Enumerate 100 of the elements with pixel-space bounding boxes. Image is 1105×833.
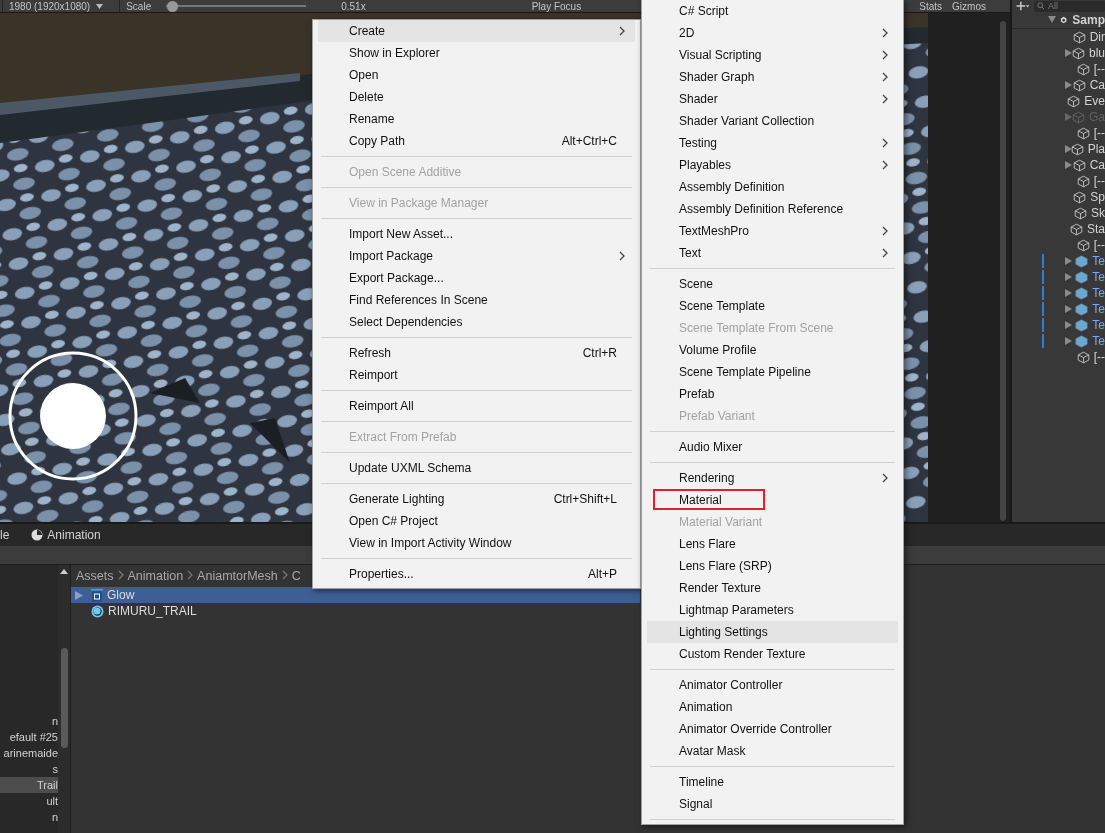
menu-item[interactable]: Lightmap Parameters (647, 599, 898, 621)
menu-item[interactable]: Custom Render Texture (647, 643, 898, 665)
expand-caret-icon[interactable] (1065, 305, 1072, 313)
menu-item[interactable]: Audio Mixer (647, 436, 898, 458)
breadcrumb-item[interactable]: Assets (76, 569, 114, 583)
breadcrumb-item[interactable]: Animation (127, 569, 184, 583)
menu-item[interactable]: Refresh Ctrl+R (318, 342, 635, 364)
folder-item[interactable]: Trail (0, 777, 58, 793)
menu-item[interactable]: 2D (647, 22, 898, 44)
menu-item[interactable]: Scene (647, 273, 898, 295)
menu-item[interactable]: Copy Path Alt+Ctrl+C (318, 130, 635, 152)
hierarchy-item[interactable]: blu (1012, 45, 1105, 61)
expand-caret-icon[interactable] (75, 590, 83, 600)
hierarchy-item[interactable]: Te (1012, 285, 1105, 301)
stats-button[interactable]: Stats (919, 0, 943, 12)
menu-item[interactable]: Material (647, 489, 898, 511)
menu-item[interactable]: Render Texture (647, 577, 898, 599)
menu-item[interactable]: Lens Flare (SRP) (647, 555, 898, 577)
menu-item[interactable]: Reimport All (318, 395, 635, 417)
play-focus-dropdown[interactable]: Play Focus (531, 0, 582, 12)
menu-item[interactable]: Testing (647, 132, 898, 154)
menu-item[interactable]: Assembly Definition (647, 176, 898, 198)
hierarchy-item[interactable]: Sp (1012, 189, 1105, 205)
expand-caret-icon[interactable] (1065, 257, 1072, 265)
hierarchy-item[interactable]: Te (1012, 317, 1105, 333)
menu-item[interactable]: Assembly Definition Reference (647, 198, 898, 220)
menu-item[interactable]: Shader Variant Collection (647, 110, 898, 132)
menu-item[interactable]: Animator Override Controller (647, 718, 898, 740)
hierarchy-item[interactable]: [-- (1012, 173, 1105, 189)
asset-item[interactable]: Glow (71, 587, 640, 603)
hierarchy-item[interactable]: Dir (1012, 29, 1105, 45)
hierarchy-item[interactable]: [-- (1012, 237, 1105, 253)
expand-caret-icon[interactable] (1065, 273, 1072, 281)
expand-caret-icon[interactable] (1065, 321, 1072, 329)
menu-item[interactable]: Scene Template (647, 295, 898, 317)
panel-tab[interactable]: le (0, 528, 10, 542)
hierarchy-item[interactable]: Te (1012, 253, 1105, 269)
folder-item[interactable]: n (0, 713, 58, 729)
gizmos-button[interactable]: Gizmos (952, 0, 986, 12)
menu-item[interactable]: Visual Scripting (647, 44, 898, 66)
hierarchy-item[interactable]: Sk (1012, 205, 1105, 221)
hierarchy-item[interactable]: [-- (1012, 349, 1105, 365)
menu-item[interactable]: Timeline (647, 771, 898, 793)
expand-caret-icon[interactable] (1065, 145, 1072, 153)
menu-item[interactable]: Playables (647, 154, 898, 176)
menu-item[interactable]: Scene Template Pipeline (647, 361, 898, 383)
breadcrumb-item[interactable]: C (291, 569, 301, 583)
menu-item[interactable]: Animator Controller (647, 674, 898, 696)
menu-item[interactable]: View in Import Activity Window (318, 532, 635, 554)
asset-item[interactable]: RIMURU_TRAIL (71, 603, 640, 619)
folder-item[interactable]: efault #25 (0, 729, 58, 745)
scrollbar-thumb[interactable] (60, 648, 68, 748)
menu-item[interactable]: Properties... Alt+P (318, 563, 635, 585)
menu-item[interactable]: Lighting Settings (647, 621, 898, 643)
menu-item[interactable]: Shader Graph (647, 66, 898, 88)
menu-item[interactable]: Update UXML Schema (318, 457, 635, 479)
menu-item[interactable]: Import Package (318, 245, 635, 267)
menu-item[interactable]: Text (647, 242, 898, 264)
folder-item[interactable]: n (0, 809, 58, 825)
menu-item[interactable]: TextMeshPro (647, 220, 898, 242)
folder-item[interactable]: arinemaide (0, 745, 58, 761)
menu-item[interactable]: Reimport (318, 364, 635, 386)
hierarchy-item[interactable]: Sta (1012, 221, 1105, 237)
hierarchy-item[interactable]: Pla (1012, 141, 1105, 157)
menu-item[interactable]: Shader (647, 88, 898, 110)
scroll-up-icon[interactable] (60, 569, 68, 574)
menu-item[interactable]: Find References In Scene (318, 289, 635, 311)
hierarchy-item[interactable]: Te (1012, 333, 1105, 349)
breadcrumb-item[interactable]: AniamtorMesh (197, 569, 278, 583)
hierarchy-item[interactable]: [-- (1012, 61, 1105, 77)
menu-item[interactable]: Delete (318, 86, 635, 108)
menu-item[interactable]: Open (318, 64, 635, 86)
menu-item[interactable]: Generate Lighting Ctrl+Shift+L (318, 488, 635, 510)
hierarchy-item[interactable]: [-- (1012, 125, 1105, 141)
menu-item[interactable]: Rename (318, 108, 635, 130)
menu-item[interactable]: C# Script (647, 0, 898, 22)
panel-tab[interactable]: Animation (31, 528, 101, 542)
hierarchy-item[interactable]: Ca (1012, 157, 1105, 173)
menu-item[interactable]: Export Package... (318, 267, 635, 289)
menu-item[interactable]: Import New Asset... (318, 223, 635, 245)
menu-item[interactable]: Signal (647, 793, 898, 815)
slider-thumb[interactable] (166, 0, 178, 12)
menu-item[interactable]: Avatar Mask (647, 740, 898, 762)
expand-caret-icon[interactable] (1065, 81, 1072, 89)
expand-caret-icon[interactable] (1065, 289, 1072, 297)
menu-item[interactable]: Volume Profile (647, 339, 898, 361)
hierarchy-item[interactable]: Te (1012, 269, 1105, 285)
menu-item[interactable]: Animation (647, 696, 898, 718)
add-button[interactable] (1016, 1, 1030, 11)
scene-root-item[interactable]: Samp (1012, 12, 1105, 29)
menu-item[interactable]: Rendering (647, 467, 898, 489)
menu-item[interactable]: Open C# Project (318, 510, 635, 532)
expand-caret-icon[interactable] (1048, 16, 1056, 23)
expand-caret-icon[interactable] (1065, 337, 1072, 345)
scrollbar[interactable] (1000, 21, 1006, 521)
hierarchy-item[interactable]: Ca (1012, 77, 1105, 93)
folder-item[interactable]: s (0, 761, 58, 777)
folder-item[interactable]: ult (0, 793, 58, 809)
hierarchy-item[interactable]: Eve (1012, 93, 1105, 109)
menu-item[interactable]: Select Dependencies (318, 311, 635, 333)
